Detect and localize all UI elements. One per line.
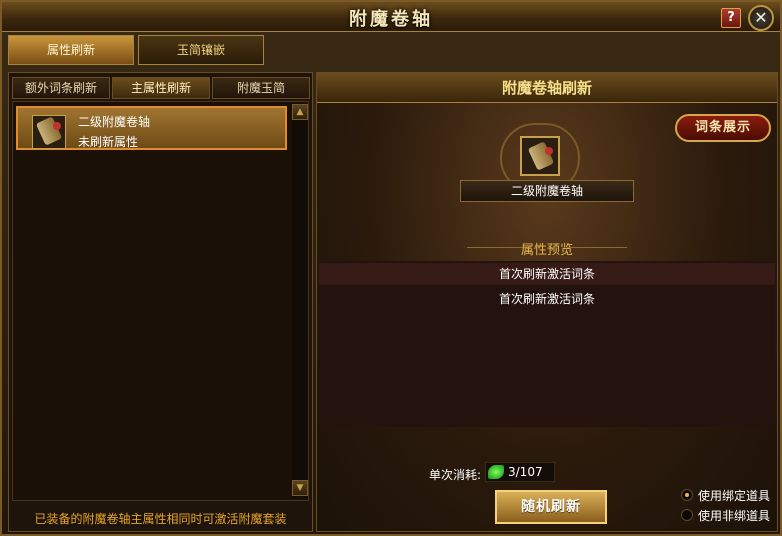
scroll-down-arrow-icon[interactable]: ▼ [292,480,308,496]
entry-display-button[interactable]: 词条展示 [675,114,771,142]
subtab-main-attribute-refresh[interactable]: 主属性刷新 [112,77,210,99]
set-bonus-hint: 已装备的附魔卷轴主属性相同时可激活附魔套装 [34,512,287,526]
help-button[interactable]: ? [721,8,741,28]
cost-display: 3/107 [485,462,555,482]
enchant-scroll-window: 附魔卷轴 ? ✕ 属性刷新 玉简镶嵌 额外词条刷新 主属性刷新 附魔玉简 二级附… [0,0,782,536]
attribute-preview-list: 首次刷新激活词条 首次刷新激活词条 [319,261,775,427]
title-bar: 附魔卷轴 ? ✕ [2,2,780,32]
cost-label: 单次消耗: [429,468,482,482]
tab-attribute-refresh[interactable]: 属性刷新 [8,35,134,65]
item-name: 二级附魔卷轴 [78,115,151,129]
item-status: 未刷新属性 [78,135,139,149]
random-refresh-button[interactable]: 随机刷新 [495,490,607,524]
attribute-row: 首次刷新激活词条 [319,263,775,285]
tab-jade-inlay[interactable]: 玉简镶嵌 [138,35,264,65]
green-jade-icon [488,465,504,479]
close-button[interactable]: ✕ [748,5,774,31]
attribute-row: 首次刷新激活词条 [498,292,595,306]
use-unbound-items-label[interactable]: 使用非绑道具 [698,507,770,524]
use-bound-items-radio[interactable] [681,489,693,501]
subtab-extra-entry-refresh[interactable]: 额外词条刷新 [12,77,110,99]
attribute-preview-title: 属性预览 [520,243,573,258]
window-title: 附魔卷轴 [349,9,433,30]
scroll-list-panel: 额外词条刷新 主属性刷新 附魔玉简 二级附魔卷轴 未刷新属性 ▲ ▼ 已装备的附… [8,72,313,532]
use-unbound-items-radio[interactable] [681,509,693,521]
list-item[interactable]: 二级附魔卷轴 未刷新属性 [16,106,287,150]
subtab-enchant-jade[interactable]: 附魔玉简 [212,77,310,99]
divider [567,247,627,248]
selected-scroll-icon [520,136,560,176]
list-scrollbar[interactable]: ▲ ▼ [292,104,308,498]
refresh-panel: 附魔卷轴刷新 词条展示 二级附魔卷轴 属性预览 首次刷新激活词条 首次刷新激活词… [316,72,778,532]
scroll-list: 二级附魔卷轴 未刷新属性 ▲ ▼ [12,101,309,501]
refresh-panel-title: 附魔卷轴刷新 [317,73,777,103]
cost-value: 3/107 [508,465,543,479]
scroll-up-arrow-icon[interactable]: ▲ [292,104,308,120]
scroll-icon [32,115,66,149]
selected-scroll-name: 二级附魔卷轴 [460,180,634,202]
use-bound-items-label[interactable]: 使用绑定道具 [698,487,770,504]
